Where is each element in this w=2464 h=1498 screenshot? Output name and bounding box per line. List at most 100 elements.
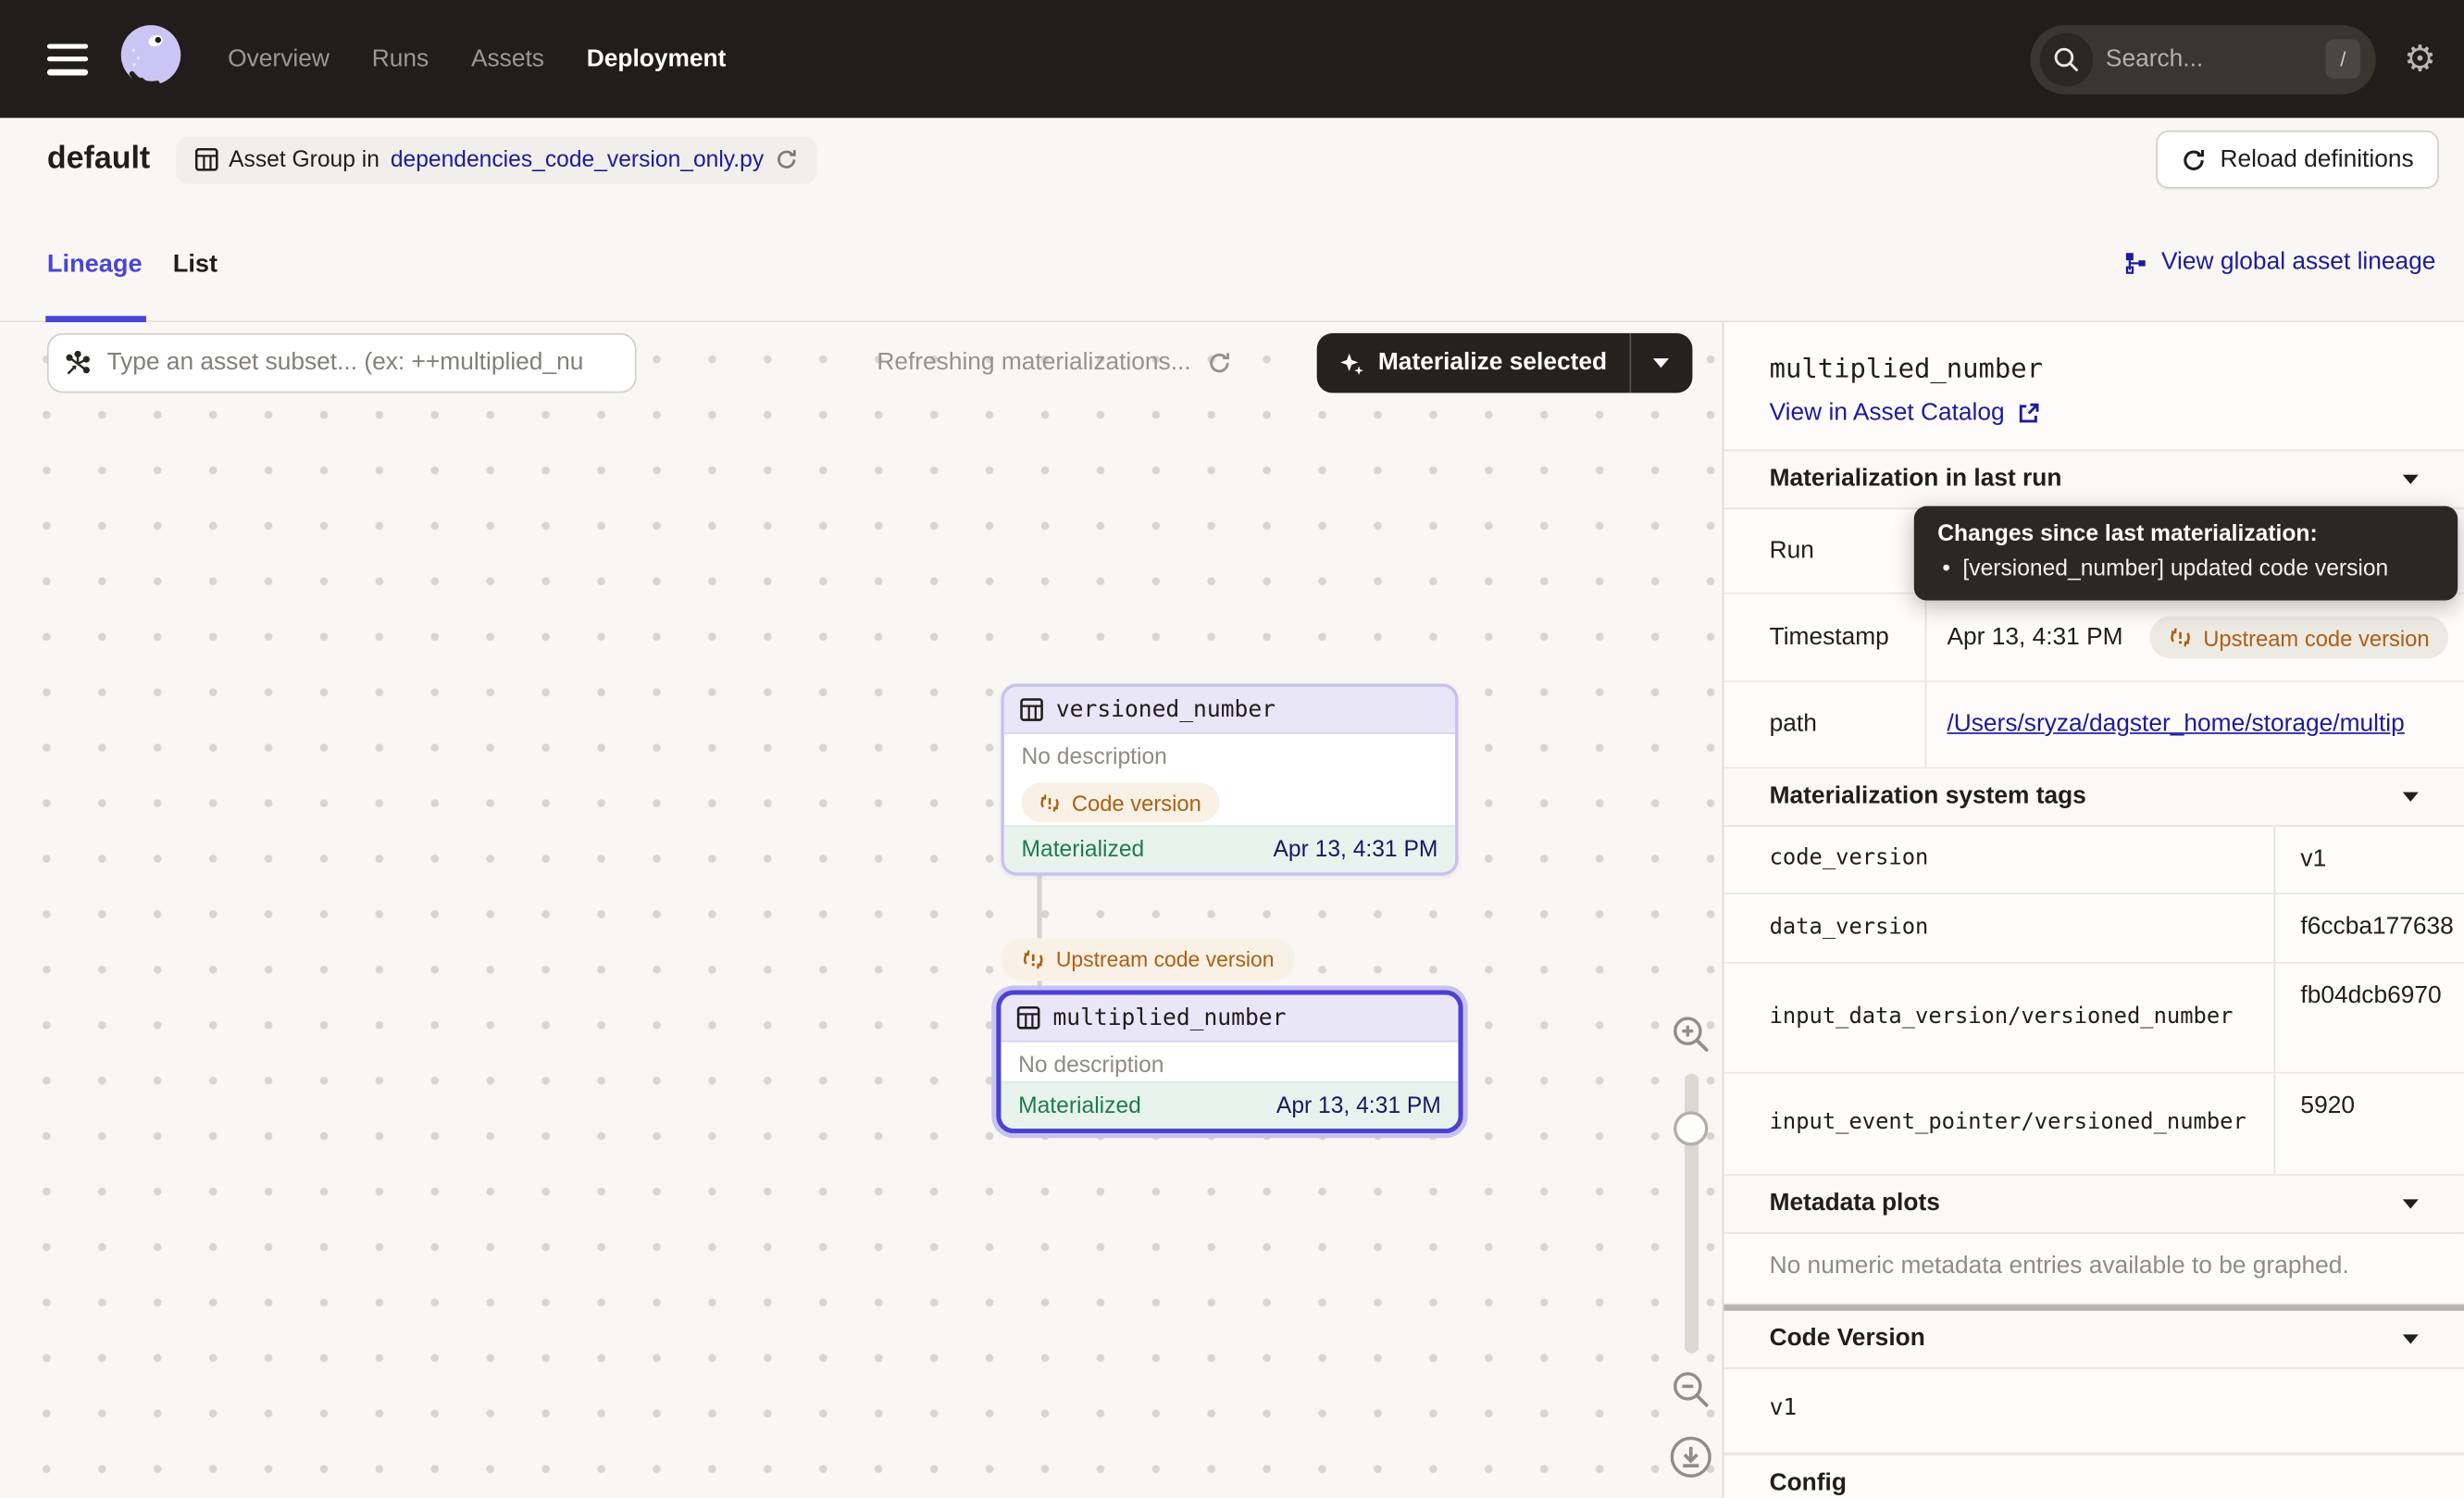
settings-gear-icon[interactable]: ⚙ bbox=[2389, 28, 2452, 91]
search-placeholder: Search... bbox=[2106, 44, 2326, 73]
asset-node-multiplied-number[interactable]: multiplied_number No description Materia… bbox=[996, 991, 1462, 1133]
code-version-icon bbox=[1039, 792, 1061, 814]
section-metadata-plots[interactable]: Metadata plots bbox=[1724, 1176, 2464, 1234]
tag-value: f6ccba177638 bbox=[2275, 894, 2464, 962]
tag-key: input_data_version/versioned_number bbox=[1724, 964, 2275, 1072]
table-grid-icon bbox=[194, 148, 218, 171]
nav-items: Overview Runs Assets Deployment bbox=[228, 44, 726, 73]
asset-node-versioned-number[interactable]: versioned_number No description Code ver… bbox=[1001, 683, 1458, 875]
section-config[interactable]: Config bbox=[1724, 1454, 2464, 1498]
page-header: default Asset Group in dependencies_code… bbox=[0, 118, 2464, 201]
section-code-version[interactable]: Code Version bbox=[1724, 1311, 2464, 1369]
hamburger-menu-icon[interactable] bbox=[47, 44, 88, 75]
refresh-icon[interactable] bbox=[775, 148, 798, 171]
chevron-down-icon bbox=[2403, 1334, 2419, 1343]
nav-item-assets[interactable]: Assets bbox=[471, 44, 544, 73]
refreshing-status: Refreshing materializations... bbox=[877, 333, 1231, 393]
tab-lineage[interactable]: Lineage bbox=[47, 252, 143, 281]
tooltip-title: Changes since last materialization: bbox=[1937, 522, 2433, 547]
path-value-link[interactable]: /Users/sryza/dagster_home/storage/multip bbox=[1947, 710, 2404, 739]
active-tab-underline bbox=[45, 316, 146, 321]
download-image-icon[interactable] bbox=[1669, 1435, 1713, 1479]
system-tag-row: input_data_version/versioned_number fb04… bbox=[1724, 964, 2464, 1074]
chevron-down-icon bbox=[2403, 1199, 2419, 1208]
system-tag-row: code_version v1 bbox=[1724, 827, 2464, 894]
zoom-in-icon[interactable] bbox=[1671, 1014, 1711, 1055]
code-version-value: v1 bbox=[1724, 1369, 2464, 1454]
asset-name: multiplied_number bbox=[1052, 1005, 1286, 1030]
asset-description: No description bbox=[1022, 745, 1438, 770]
view-in-asset-catalog-link[interactable]: View in Asset Catalog bbox=[1770, 399, 2464, 428]
top-nav: Overview Runs Assets Deployment Search..… bbox=[0, 0, 2464, 118]
materialize-options-dropdown[interactable] bbox=[1631, 333, 1692, 393]
system-tag-row: input_event_pointer/versioned_number 592… bbox=[1724, 1074, 2464, 1176]
lineage-icon bbox=[2125, 251, 2148, 274]
tag-key: code_version bbox=[1724, 827, 2275, 893]
search-shortcut-badge: / bbox=[2326, 39, 2360, 78]
table-grid-icon bbox=[1016, 1006, 1039, 1030]
path-label: path bbox=[1724, 682, 1926, 768]
external-link-icon bbox=[2017, 403, 2039, 425]
timestamp-row: Timestamp Apr 13, 4:31 PM Upstream code … bbox=[1724, 594, 2464, 682]
code-version-icon bbox=[1022, 948, 1045, 971]
edge-upstream-code-version-badge: Upstream code version bbox=[1001, 939, 1294, 981]
section-divider bbox=[1724, 1305, 2464, 1311]
asset-graph-filter-icon bbox=[65, 350, 92, 377]
view-tabs-row: Lineage List View global asset lineage bbox=[0, 201, 2464, 322]
run-label: Run bbox=[1724, 509, 1926, 593]
timestamp-label: Timestamp bbox=[1724, 594, 1926, 680]
app-root: Overview Runs Assets Deployment Search..… bbox=[0, 0, 2464, 1498]
zoom-slider-handle[interactable] bbox=[1673, 1111, 1707, 1145]
materialized-status: Materialized bbox=[1022, 837, 1145, 862]
panel-asset-name: multiplied_number bbox=[1770, 354, 2464, 385]
tab-list[interactable]: List bbox=[173, 252, 218, 281]
materialize-selected-button[interactable]: Materialize selected bbox=[1317, 333, 1629, 393]
view-global-asset-lineage-link[interactable]: View global asset lineage bbox=[2125, 248, 2436, 277]
nav-item-deployment[interactable]: Deployment bbox=[587, 44, 727, 73]
refresh-icon[interactable] bbox=[1207, 351, 1232, 376]
materialize-selected-split-button: Materialize selected bbox=[1317, 333, 1692, 393]
asset-details-panel: multiplied_number View in Asset Catalog … bbox=[1723, 322, 2464, 1498]
nav-item-overview[interactable]: Overview bbox=[228, 44, 330, 73]
section-materialization-system-tags[interactable]: Materialization system tags bbox=[1724, 768, 2464, 827]
zoom-slider[interactable] bbox=[1684, 1074, 1698, 1354]
changes-tooltip: Changes since last materialization: [ver… bbox=[1914, 506, 2458, 601]
timestamp-value: Apr 13, 4:31 PM bbox=[1947, 623, 2122, 652]
materialized-timestamp: Apr 13, 4:31 PM bbox=[1276, 1093, 1441, 1118]
global-search-input[interactable]: Search... / bbox=[2030, 24, 2375, 94]
asset-subset-input[interactable] bbox=[104, 347, 619, 379]
reload-definitions-button[interactable]: Reload definitions bbox=[2156, 131, 2439, 189]
asset-group-file-link[interactable]: dependencies_code_version_only.py bbox=[391, 147, 764, 172]
asset-group-pill: Asset Group in dependencies_code_version… bbox=[175, 136, 816, 183]
tag-key: input_event_pointer/versioned_number bbox=[1724, 1074, 2275, 1175]
reload-icon bbox=[2181, 147, 2206, 172]
asset-graph-pane[interactable]: Refreshing materializations... Materiali… bbox=[0, 322, 1723, 1498]
asset-name: versioned_number bbox=[1056, 697, 1276, 722]
dagster-logo-icon[interactable] bbox=[113, 22, 187, 96]
zoom-out-icon[interactable] bbox=[1671, 1369, 1711, 1410]
tag-key: data_version bbox=[1724, 894, 2275, 962]
graph-zoom-controls bbox=[1660, 1014, 1723, 1479]
tooltip-item: [versioned_number] updated code version bbox=[1937, 556, 2433, 581]
code-version-icon bbox=[2169, 626, 2192, 649]
nav-item-runs[interactable]: Runs bbox=[372, 44, 429, 73]
page-title: default bbox=[47, 142, 150, 178]
materialized-timestamp: Apr 13, 4:31 PM bbox=[1274, 837, 1438, 862]
search-icon bbox=[2040, 32, 2094, 86]
chevron-down-icon bbox=[2403, 793, 2419, 802]
code-version-chip: Code version bbox=[1022, 782, 1219, 821]
asset-group-prefix: Asset Group in bbox=[229, 147, 380, 172]
chevron-down-icon bbox=[2403, 475, 2419, 484]
table-grid-icon bbox=[1020, 698, 1043, 721]
section-materialization-last-run[interactable]: Materialization in last run bbox=[1724, 451, 2464, 509]
materialized-status: Materialized bbox=[1018, 1093, 1141, 1118]
sparkle-icon bbox=[1338, 350, 1365, 377]
panel-title-block: multiplied_number View in Asset Catalog bbox=[1724, 322, 2464, 451]
metadata-plots-empty-message: No numeric metadata entries available to… bbox=[1724, 1234, 2464, 1305]
tag-value: 5920 bbox=[2275, 1074, 2464, 1175]
path-row: path /Users/sryza/dagster_home/storage/m… bbox=[1724, 682, 2464, 768]
asset-subset-filter[interactable] bbox=[47, 333, 637, 393]
system-tag-row: data_version f6ccba177638 bbox=[1724, 894, 2464, 964]
asset-description: No description bbox=[1018, 1053, 1441, 1078]
tag-value: fb04dcb6970 bbox=[2275, 964, 2464, 1072]
